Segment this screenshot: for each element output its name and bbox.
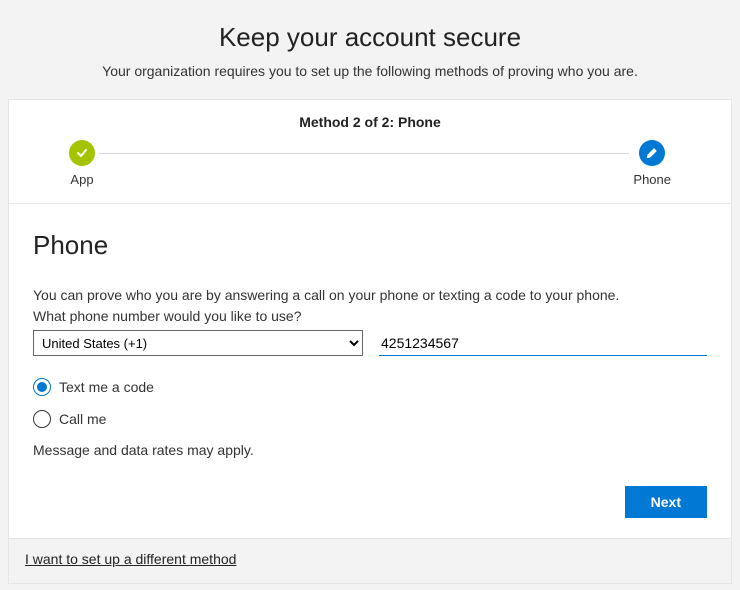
radio-call-label: Call me <box>59 411 106 427</box>
step-connector <box>99 153 629 154</box>
page-header: Keep your account secure Your organizati… <box>8 8 732 91</box>
check-icon <box>75 146 89 160</box>
radio-text-label: Text me a code <box>59 379 154 395</box>
stepper-section: Method 2 of 2: Phone App <box>9 100 731 204</box>
section-prompt: What phone number would you like to use? <box>33 308 707 324</box>
step-phone: Phone <box>633 140 671 187</box>
step-phone-circle <box>639 140 665 166</box>
next-button[interactable]: Next <box>625 486 707 518</box>
stepper: App Phone <box>29 140 711 187</box>
step-app-label: App <box>70 172 93 187</box>
phone-number-input[interactable] <box>379 330 707 356</box>
delivery-method-radios: Text me a code Call me <box>33 378 707 428</box>
stepper-title: Method 2 of 2: Phone <box>29 114 711 130</box>
radio-text-me[interactable]: Text me a code <box>33 378 707 396</box>
section-description: You can prove who you are by answering a… <box>33 285 707 306</box>
radio-circle-icon <box>33 410 51 428</box>
card-footer: I want to set up a different method <box>9 538 731 583</box>
section-heading: Phone <box>33 230 707 261</box>
radio-circle-icon <box>33 378 51 396</box>
action-row: Next <box>33 486 707 518</box>
radio-call-me[interactable]: Call me <box>33 410 707 428</box>
page-title: Keep your account secure <box>8 22 732 53</box>
step-app-circle <box>69 140 95 166</box>
step-phone-label: Phone <box>633 172 671 187</box>
pencil-icon <box>645 146 659 160</box>
rates-note: Message and data rates may apply. <box>33 442 707 458</box>
page-subtitle: Your organization requires you to set up… <box>8 63 732 79</box>
phone-input-row: United States (+1) <box>33 330 707 356</box>
country-code-select[interactable]: United States (+1) <box>33 330 363 356</box>
step-app: App <box>69 140 95 187</box>
setup-card: Method 2 of 2: Phone App <box>8 99 732 584</box>
different-method-link[interactable]: I want to set up a different method <box>25 551 236 567</box>
content-section: Phone You can prove who you are by answe… <box>9 204 731 538</box>
